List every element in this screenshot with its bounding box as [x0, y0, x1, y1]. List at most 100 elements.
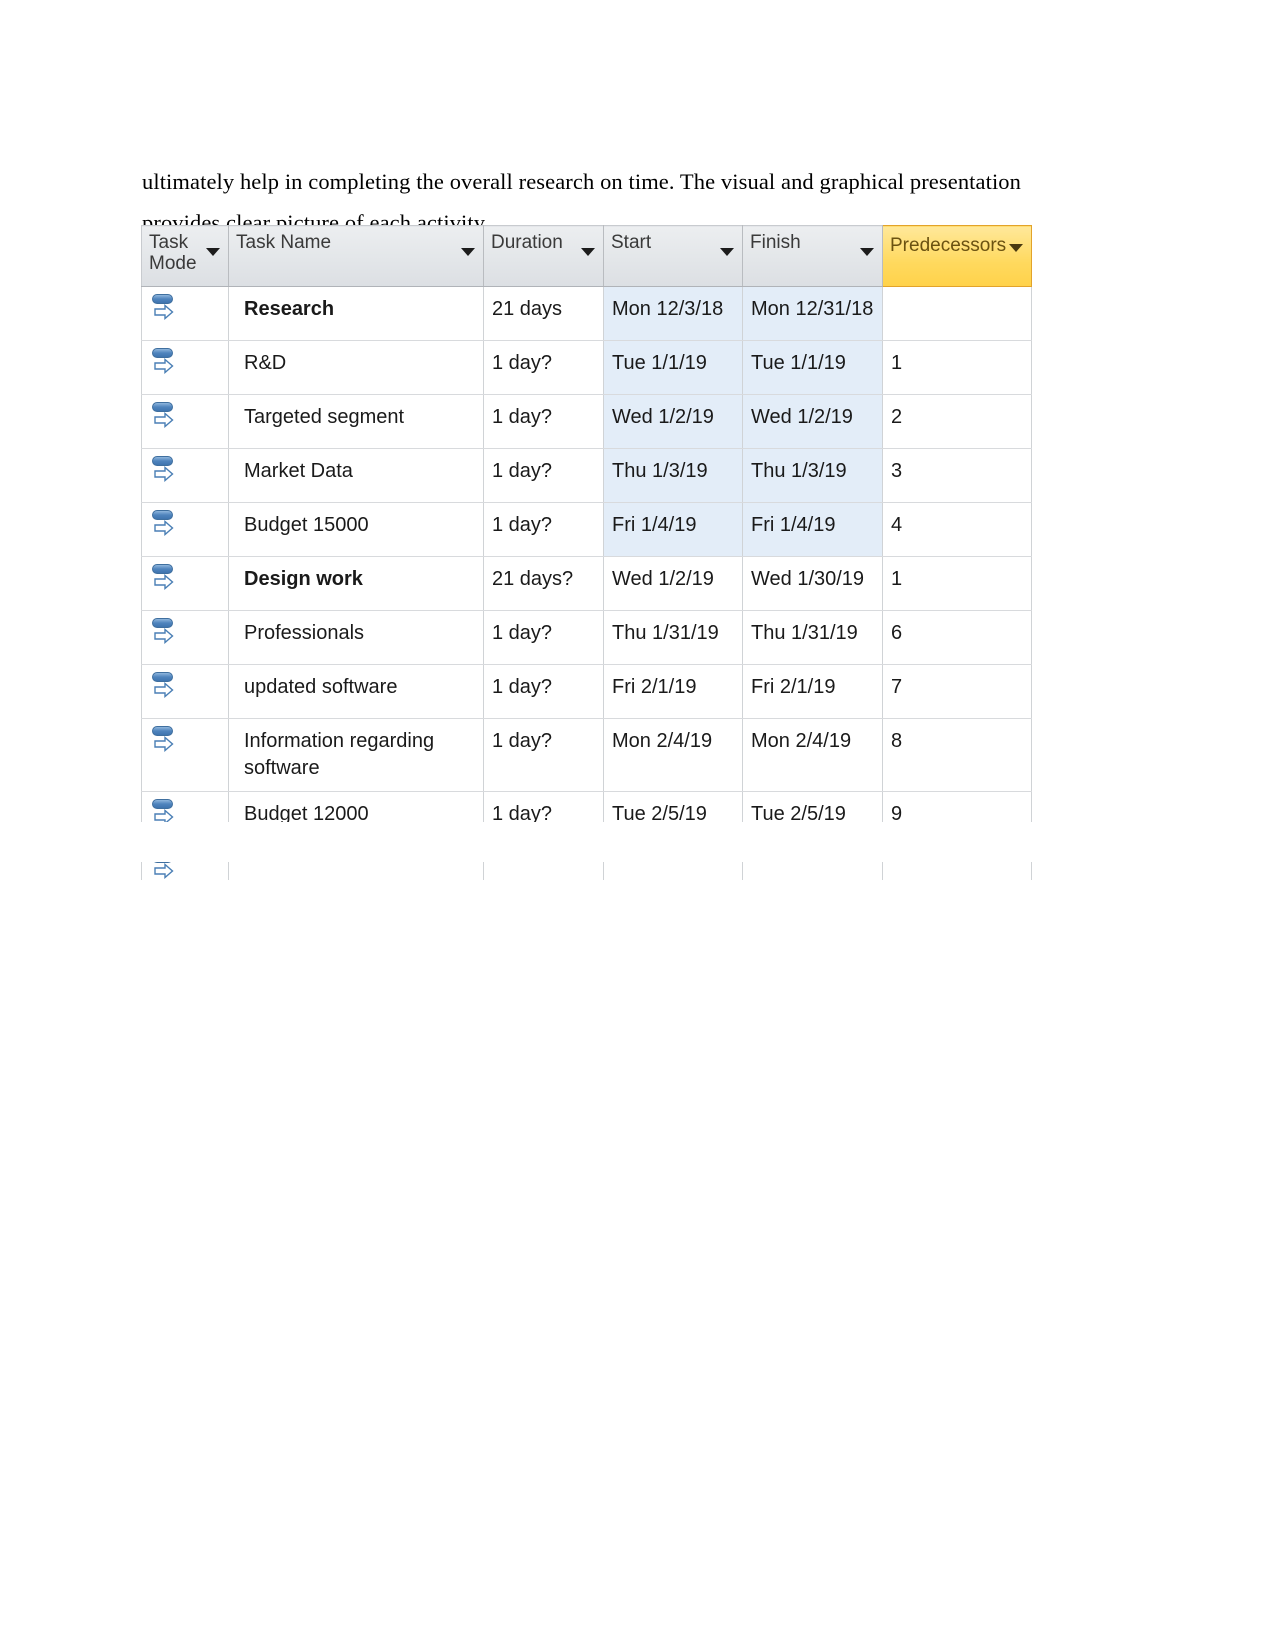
cell-predecessors[interactable]: 8: [882, 718, 1032, 792]
header-row: Task Mode Task Name Duration Start Finish Pre…: [141, 225, 1032, 287]
column-header-predecessors[interactable]: Predecessors: [882, 225, 1032, 287]
cell-start[interactable]: Wed 1/2/19: [603, 394, 743, 449]
cell-task-mode[interactable]: [141, 394, 229, 449]
cell-finish[interactable]: Tue 1/1/19: [742, 340, 883, 395]
chevron-down-icon[interactable]: [206, 248, 220, 256]
chevron-down-icon[interactable]: [461, 248, 475, 256]
cell-start[interactable]: Thu 1/31/19: [603, 610, 743, 665]
cell-task-mode[interactable]: [141, 718, 229, 792]
cell-finish[interactable]: Thu 1/3/19: [742, 448, 883, 503]
table-row[interactable]: updated software 1 day? Fri 2/1/19 Fri 2/1/…: [141, 664, 1032, 719]
column-header-duration[interactable]: Duration: [483, 225, 604, 287]
chevron-down-icon[interactable]: [720, 248, 734, 256]
cell-task-mode[interactable]: [141, 502, 229, 557]
cell-duration[interactable]: 1 day?: [483, 610, 604, 665]
auto-scheduled-icon[interactable]: [150, 455, 176, 483]
cell-task-name[interactable]: Professionals: [228, 610, 484, 665]
auto-scheduled-icon[interactable]: [150, 617, 176, 645]
auto-scheduled-icon[interactable]: [150, 563, 176, 591]
cell-start[interactable]: Wed 1/2/19: [603, 556, 743, 611]
chevron-down-icon[interactable]: [860, 248, 874, 256]
cell-task-name[interactable]: R&D: [228, 340, 484, 395]
table-row[interactable]: Research 21 days Mon 12/3/18 Mon 12/31/18: [141, 286, 1032, 341]
cell-task-mode[interactable]: [141, 340, 229, 395]
cell-duration[interactable]: 1 day?: [483, 718, 604, 792]
cell-predecessors[interactable]: 1: [882, 556, 1032, 611]
cell-task-mode[interactable]: [141, 286, 229, 341]
cell-duration[interactable]: 21 days: [483, 286, 604, 341]
column-header-start[interactable]: Start: [603, 225, 743, 287]
auto-scheduled-icon[interactable]: [150, 347, 176, 375]
cell-start[interactable]: Mon 2/4/19: [603, 718, 743, 792]
table-row[interactable]: Design work 21 days? Wed 1/2/19 Wed 1/30/19…: [141, 556, 1032, 611]
auto-scheduled-icon[interactable]: [150, 725, 176, 753]
cell-start[interactable]: Mon 12/3/18: [603, 286, 743, 341]
cell-finish[interactable]: Fri 1/4/19: [742, 502, 883, 557]
cell-finish[interactable]: Fri 2/1/19: [742, 664, 883, 719]
cell-duration[interactable]: 21 days?: [483, 556, 604, 611]
cell-finish[interactable]: Wed 1/2/19: [742, 394, 883, 449]
auto-scheduled-icon[interactable]: [150, 293, 176, 321]
auto-scheduled-bar: [152, 402, 173, 412]
cell-start[interactable]: Fri 1/4/19: [603, 502, 743, 557]
arrow-right-icon: [154, 304, 174, 320]
arrow-right-icon: [154, 736, 174, 752]
table-row[interactable]: Targeted segment 1 day? Wed 1/2/19 Wed 1/2/…: [141, 394, 1032, 449]
cell-predecessors[interactable]: 6: [882, 610, 1032, 665]
table-row[interactable]: Market Data 1 day? Thu 1/3/19 Thu 1/3/19 3: [141, 448, 1032, 503]
document-page: ultimately help in completing the overal…: [0, 0, 1275, 1651]
cell-predecessors[interactable]: 4: [882, 502, 1032, 557]
cell-finish[interactable]: Mon 2/4/19: [742, 718, 883, 792]
table-row[interactable]: Budget 15000 1 day? Fri 1/4/19 Fri 1/4/19 4: [141, 502, 1032, 557]
cell-task-mode[interactable]: [141, 664, 229, 719]
cell-duration[interactable]: 1 day?: [483, 664, 604, 719]
cell-task-name[interactable]: Design work: [228, 556, 484, 611]
cell-task-name[interactable]: Market Data: [228, 448, 484, 503]
auto-scheduled-icon[interactable]: [150, 671, 176, 699]
cell-finish[interactable]: Thu 1/31/19: [742, 610, 883, 665]
cell-task-mode[interactable]: [141, 448, 229, 503]
table-row[interactable]: Professionals 1 day? Thu 1/31/19 Thu 1/31/1…: [141, 610, 1032, 665]
cell-predecessors[interactable]: 3: [882, 448, 1032, 503]
cell-task-name[interactable]: Research: [228, 286, 484, 341]
ms-project-task-table[interactable]: Task Mode Task Name Duration Start Finish Pre…: [141, 225, 1032, 880]
task-grid[interactable]: Task Mode Task Name Duration Start Finish Pre…: [141, 225, 1032, 880]
cell-task-mode[interactable]: [141, 610, 229, 665]
auto-scheduled-bar: [152, 510, 173, 520]
cell-predecessors[interactable]: 2: [882, 394, 1032, 449]
table-row[interactable]: Information regarding software 1 day? Mon …: [141, 718, 1032, 792]
table-body[interactable]: Research 21 days Mon 12/3/18 Mon 12/31/18 R&…: [141, 286, 1032, 880]
arrow-right-icon: [154, 358, 174, 374]
cell-predecessors[interactable]: 7: [882, 664, 1032, 719]
cell-task-mode[interactable]: [141, 556, 229, 611]
table-bottom-clip: [0, 822, 1275, 862]
cell-start[interactable]: Thu 1/3/19: [603, 448, 743, 503]
cell-duration[interactable]: 1 day?: [483, 448, 604, 503]
column-header-finish[interactable]: Finish: [742, 225, 883, 287]
cell-duration[interactable]: 1 day?: [483, 340, 604, 395]
cell-predecessors[interactable]: [882, 286, 1032, 341]
cell-finish[interactable]: Wed 1/30/19: [742, 556, 883, 611]
auto-scheduled-bar: [152, 672, 173, 682]
chevron-down-icon[interactable]: [1009, 244, 1023, 252]
arrow-right-icon: [154, 863, 174, 879]
cell-task-name[interactable]: updated software: [228, 664, 484, 719]
cell-duration[interactable]: 1 day?: [483, 502, 604, 557]
cell-task-name[interactable]: Targeted segment: [228, 394, 484, 449]
auto-scheduled-bar: [152, 618, 173, 628]
cell-start[interactable]: Tue 1/1/19: [603, 340, 743, 395]
chevron-down-icon[interactable]: [581, 248, 595, 256]
table-row[interactable]: R&D 1 day? Tue 1/1/19 Tue 1/1/19 1: [141, 340, 1032, 395]
column-header-task_name[interactable]: Task Name: [228, 225, 484, 287]
cell-start[interactable]: Fri 2/1/19: [603, 664, 743, 719]
column-header-label: Duration: [491, 232, 563, 253]
auto-scheduled-icon[interactable]: [150, 509, 176, 537]
cell-predecessors[interactable]: 1: [882, 340, 1032, 395]
cell-finish[interactable]: Mon 12/31/18: [742, 286, 883, 341]
auto-scheduled-icon[interactable]: [150, 401, 176, 429]
column-header-label: Finish: [750, 232, 801, 253]
cell-duration[interactable]: 1 day?: [483, 394, 604, 449]
cell-task-name[interactable]: Information regarding software: [228, 718, 484, 792]
column-header-task_mode[interactable]: Task Mode: [141, 225, 229, 287]
cell-task-name[interactable]: Budget 15000: [228, 502, 484, 557]
